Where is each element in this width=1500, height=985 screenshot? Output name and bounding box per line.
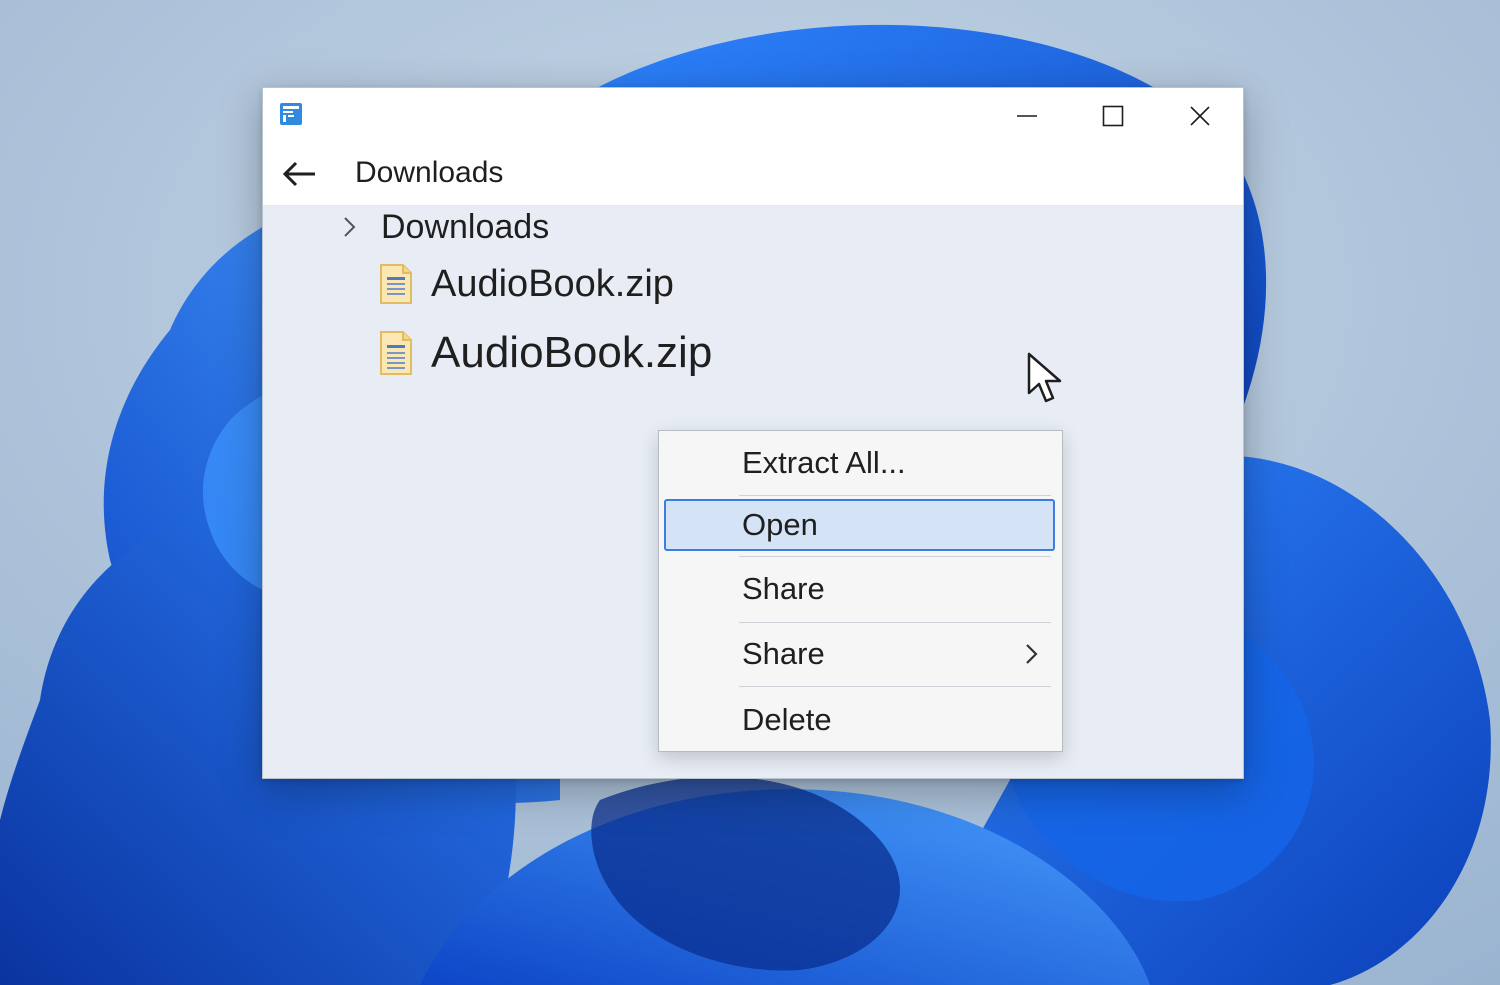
close-button[interactable] <box>1172 96 1228 136</box>
tree-item-downloads[interactable]: Downloads <box>337 206 549 248</box>
minimize-button[interactable] <box>999 96 1055 136</box>
menu-separator <box>739 686 1051 687</box>
minimize-icon <box>1017 115 1037 117</box>
menu-item-delete[interactable]: Delete <box>659 690 1062 750</box>
menu-item-label: Extract All... <box>742 445 906 480</box>
menu-separator <box>739 495 1051 496</box>
menu-item-label: Open <box>742 507 818 542</box>
context-menu: Extract All... Open Share Share Delete <box>658 430 1063 752</box>
back-button[interactable] <box>279 154 323 198</box>
tree-item-label: Downloads <box>381 207 550 246</box>
chevron-right-icon <box>1026 644 1038 664</box>
menu-item-share[interactable]: Share <box>659 559 1062 619</box>
file-item[interactable]: AudioBook.zip <box>379 322 712 384</box>
menu-item-extract-all[interactable]: Extract All... <box>659 433 1062 493</box>
file-explorer-icon <box>279 102 303 126</box>
close-icon <box>1190 106 1210 126</box>
menu-item-label: Share <box>742 571 825 606</box>
chevron-right-icon[interactable] <box>337 215 361 239</box>
back-arrow-icon <box>282 161 315 187</box>
maximize-icon <box>1102 105 1124 127</box>
title-bar: Downloads <box>263 88 1243 206</box>
menu-separator <box>739 622 1051 623</box>
page-title: Downloads <box>355 156 504 189</box>
menu-item-open[interactable]: Open <box>664 499 1055 551</box>
document-icon <box>380 264 412 304</box>
document-icon <box>380 331 412 375</box>
menu-item-label: Delete <box>742 702 832 737</box>
menu-item-label: Share <box>742 636 825 671</box>
maximize-button[interactable] <box>1085 96 1141 136</box>
file-name: AudioBook.zip <box>431 262 674 305</box>
menu-separator <box>739 556 1051 557</box>
menu-item-share-submenu[interactable]: Share <box>659 624 1062 684</box>
file-name: AudioBook.zip <box>431 328 713 377</box>
file-item[interactable]: AudioBook.zip <box>379 258 674 310</box>
